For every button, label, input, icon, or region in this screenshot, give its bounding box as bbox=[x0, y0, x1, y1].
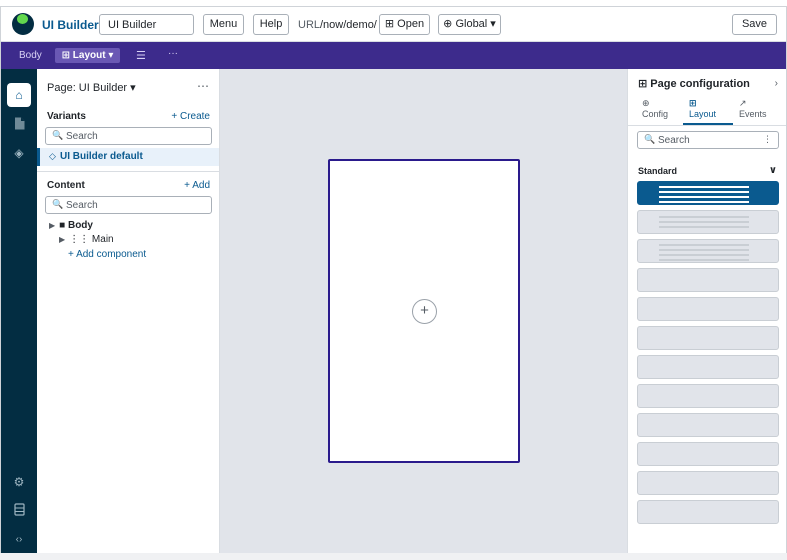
more-options-icon[interactable]: ⋯ bbox=[197, 79, 209, 93]
layout-dropdown[interactable]: ⊞ Layout ▾ bbox=[55, 48, 120, 63]
layout-option-line bbox=[659, 244, 749, 246]
document-icon[interactable] bbox=[7, 112, 31, 136]
variants-search-input[interactable]: 🔍 Search bbox=[45, 127, 212, 145]
collapse-standard-icon[interactable]: ∨ bbox=[769, 165, 777, 176]
document-icon-svg bbox=[14, 117, 24, 130]
layout-search-input[interactable]: 🔍 Search ⋮ bbox=[637, 131, 779, 149]
layout-tab-label: Layout bbox=[689, 109, 717, 119]
layout-option-line bbox=[659, 259, 749, 261]
tree-item-main[interactable]: ▶ ⋮⋮ Main bbox=[59, 234, 114, 245]
more-icon[interactable]: ··· bbox=[168, 48, 178, 59]
content-title: Content bbox=[47, 180, 85, 191]
layout-option-line bbox=[659, 226, 749, 228]
layout-option[interactable] bbox=[637, 210, 779, 234]
tree-item-body[interactable]: ▶ ■ Body bbox=[49, 220, 93, 231]
search-icon: 🔍 bbox=[644, 134, 656, 144]
layout-option[interactable] bbox=[637, 326, 779, 350]
icon-rail: ⌂ ◈ ⚙ ‹› bbox=[1, 69, 37, 553]
layout-option[interactable] bbox=[637, 239, 779, 263]
database-icon[interactable] bbox=[7, 498, 31, 522]
components-icon[interactable]: ◈ bbox=[7, 141, 31, 165]
layout-option[interactable] bbox=[637, 355, 779, 379]
variant-label: UI Builder default bbox=[60, 151, 143, 162]
page-name-input[interactable] bbox=[99, 14, 194, 35]
save-button[interactable]: Save bbox=[732, 14, 777, 35]
layout-option[interactable] bbox=[637, 471, 779, 495]
layout-option-line bbox=[659, 221, 749, 223]
expand-arrow-icon[interactable]: ▶ bbox=[49, 221, 55, 230]
search-placeholder: Search bbox=[66, 131, 98, 142]
standard-section-title: Standard bbox=[638, 166, 678, 176]
search-placeholder: Search bbox=[658, 135, 690, 146]
config-tab-icon: ⊕ bbox=[642, 98, 650, 108]
layout-option-line bbox=[659, 254, 749, 256]
tree-label-main: ⋮⋮ Main bbox=[69, 234, 114, 245]
toolbar: Body ⊞ Layout ▾ ☰ ··· bbox=[1, 42, 786, 69]
layout-option[interactable] bbox=[637, 500, 779, 524]
right-panel: ⊞ Page configuration › ⊕ Config ⊞ Layout… bbox=[627, 69, 786, 553]
add-component-link[interactable]: + Add component bbox=[68, 249, 146, 260]
global-dropdown[interactable]: ⊕ Global ▾ bbox=[438, 14, 501, 35]
search-icon: 🔍 bbox=[52, 199, 64, 209]
add-content-link[interactable]: + Add bbox=[184, 180, 210, 191]
url-value[interactable]: /now/demo/ bbox=[320, 19, 377, 31]
search-placeholder: Search bbox=[66, 200, 98, 211]
layout-option[interactable] bbox=[637, 413, 779, 437]
database-icon-svg bbox=[13, 503, 25, 516]
list-icon[interactable]: ☰ bbox=[136, 49, 146, 62]
layout-option[interactable] bbox=[637, 384, 779, 408]
body-tab[interactable]: Body bbox=[19, 50, 42, 61]
top-header: UI Builder Menu Help URL /now/demo/ ⊞ Op… bbox=[1, 7, 786, 42]
window-bottom-edge bbox=[0, 553, 787, 560]
content-search-input[interactable]: 🔍 Search bbox=[45, 196, 212, 214]
layout-option[interactable] bbox=[637, 442, 779, 466]
expand-arrow-icon[interactable]: ▶ bbox=[59, 235, 65, 244]
search-options-icon[interactable]: ⋮ bbox=[763, 134, 772, 145]
layout-option-line bbox=[659, 191, 749, 193]
layout-option-line bbox=[659, 201, 749, 203]
events-tab-icon: ↗ bbox=[739, 98, 747, 108]
layout-option[interactable] bbox=[637, 297, 779, 321]
page-selector[interactable]: Page: UI Builder ▾ bbox=[47, 81, 136, 94]
variant-icon: ◇ bbox=[49, 151, 56, 161]
layout-option[interactable] bbox=[637, 181, 779, 205]
tab-config[interactable]: ⊕ Config bbox=[642, 98, 668, 120]
divider bbox=[37, 171, 219, 172]
layout-option-line bbox=[659, 186, 749, 188]
add-component-button[interactable]: + bbox=[412, 299, 437, 324]
tab-layout[interactable]: ⊞ Layout bbox=[689, 98, 716, 120]
left-panel: Page: UI Builder ▾ ⋯ Variants + Create 🔍… bbox=[37, 69, 220, 553]
tab-events[interactable]: ↗ Events bbox=[739, 98, 767, 120]
layout-option-line bbox=[659, 196, 749, 198]
variant-item-default[interactable]: ◇ UI Builder default bbox=[37, 148, 219, 166]
page-preview-frame[interactable]: + bbox=[328, 159, 520, 463]
layout-tab-icon: ⊞ bbox=[689, 98, 697, 108]
page-configuration-title: ⊞ Page configuration bbox=[638, 78, 750, 90]
open-button[interactable]: ⊞ Open bbox=[379, 14, 430, 35]
collapse-icon[interactable]: › bbox=[775, 78, 778, 89]
search-icon: 🔍 bbox=[52, 130, 64, 140]
variants-title: Variants bbox=[47, 111, 86, 122]
config-tab-label: Config bbox=[642, 109, 669, 119]
layout-option[interactable] bbox=[637, 268, 779, 292]
help-button[interactable]: Help bbox=[253, 14, 289, 35]
tree-label-body: ■ Body bbox=[59, 220, 93, 231]
events-tab-label: Events bbox=[739, 109, 767, 119]
url-label: URL bbox=[298, 19, 321, 31]
home-icon[interactable]: ⌂ bbox=[7, 83, 31, 107]
app-name: UI Builder bbox=[42, 18, 99, 32]
menu-button[interactable]: Menu bbox=[203, 14, 244, 35]
layout-option-line bbox=[659, 216, 749, 218]
code-icon[interactable]: ‹› bbox=[7, 528, 31, 552]
create-variant-link[interactable]: + Create bbox=[171, 111, 210, 122]
logo-icon bbox=[12, 13, 34, 35]
gear-icon[interactable]: ⚙ bbox=[7, 470, 31, 494]
tab-divider bbox=[628, 125, 786, 126]
layout-option-line bbox=[659, 249, 749, 251]
canvas: + bbox=[220, 69, 627, 553]
app-window: UI Builder Menu Help URL /now/demo/ ⊞ Op… bbox=[0, 6, 787, 553]
